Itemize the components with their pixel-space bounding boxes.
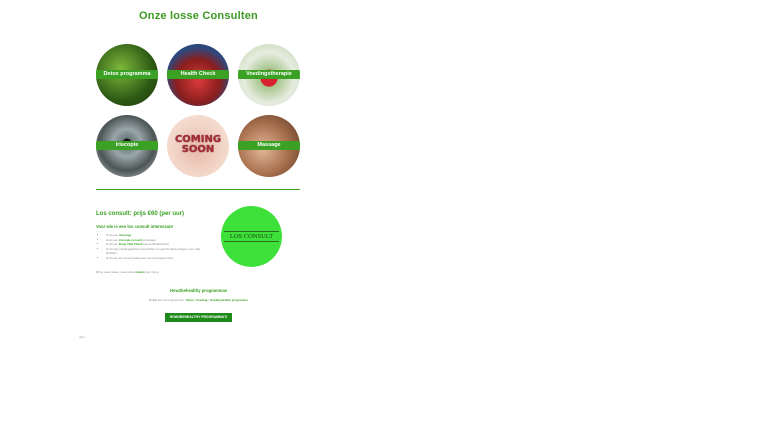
service-label: Massage xyxy=(238,141,300,150)
coming-soon-label: COMING SOON xyxy=(174,134,222,155)
service-health-check[interactable]: Health Check xyxy=(167,44,229,106)
service-detox-programma[interactable]: Detox programma xyxy=(96,44,158,106)
detox-link[interactable]: Detox xyxy=(186,298,194,302)
page-title: Onze losse Consulten xyxy=(139,10,258,22)
voeding-link[interactable]: Voeding xyxy=(196,298,207,302)
programs-text: Bekijk hier de programma's: Detox | Voed… xyxy=(149,298,248,302)
program-link[interactable]: How2behealthy programma xyxy=(210,298,248,302)
section-divider xyxy=(96,189,300,190)
service-massage[interactable]: Massage xyxy=(238,115,300,177)
programs-button[interactable]: HOW2BEHEALTHY PROGRAMMA'S xyxy=(165,313,232,322)
badge-top-line xyxy=(224,231,279,232)
service-label: Health Check xyxy=(167,70,229,79)
programs-title: How2behealthy programmas xyxy=(169,288,228,293)
service-label: Voedingstherapie xyxy=(238,70,300,79)
contact-link[interactable]: contact xyxy=(134,270,144,274)
badge-bottom-line xyxy=(224,241,279,242)
service-voedingstherapie[interactable]: Voedingstherapie xyxy=(238,44,300,106)
tiny-text: grün xyxy=(79,335,86,339)
consult-subtitle: Voor wie is een los consult interessant xyxy=(96,224,173,229)
list-item: Ik wil mijn voedingspatroon doorlichten … xyxy=(106,247,202,256)
service-iriscopie[interactable]: Iriscopie xyxy=(96,115,158,177)
los-consult-badge[interactable]: LOS CONSULT xyxy=(221,206,282,267)
consult-title: Los consult: prijs €60 (per uur) xyxy=(96,211,185,217)
consult-footer: Wil je meer weten, neem dan contact met … xyxy=(96,270,160,274)
service-coming-soon[interactable]: COMING SOON xyxy=(167,115,229,177)
service-label: Detox programma xyxy=(96,70,158,79)
list-item: Ik wil een los consult naast een van de … xyxy=(106,256,202,261)
badge-label: LOS CONSULT xyxy=(229,233,274,240)
consult-reasons-list: Ik wil een massage Ik wil een iriscopie … xyxy=(100,233,202,261)
service-label: Iriscopie xyxy=(96,141,158,150)
